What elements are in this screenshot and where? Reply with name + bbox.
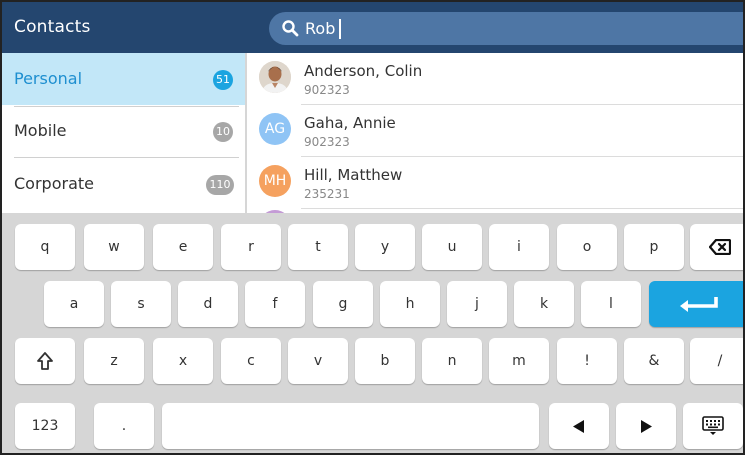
shift-key[interactable] xyxy=(15,338,75,384)
search-icon xyxy=(282,20,299,37)
contact-number: 235231 xyxy=(304,187,350,201)
count-badge: 10 xyxy=(213,122,233,142)
person-photo-icon xyxy=(259,61,291,93)
enter-icon xyxy=(680,297,718,312)
space-key[interactable] xyxy=(162,403,539,449)
divider xyxy=(301,208,743,209)
key-ampersand[interactable]: & xyxy=(624,338,684,384)
key-q[interactable]: q xyxy=(15,224,75,270)
sidebar-item-label: Personal xyxy=(14,69,83,88)
contact-name: Hill, Matthew xyxy=(304,166,403,184)
contact-groups: Personal 51 Mobile 10 Corporate 110 xyxy=(2,53,247,213)
text-caret xyxy=(339,19,341,39)
contact-list: Anderson, Colin 902323 AG Gaha, Annie 90… xyxy=(249,53,743,213)
key-p[interactable]: p xyxy=(624,224,684,270)
header-bar: Contacts xyxy=(2,2,743,53)
contact-name: Gaha, Annie xyxy=(304,114,396,132)
contact-number: 902323 xyxy=(304,83,350,97)
key-d[interactable]: d xyxy=(178,281,238,327)
count-badge: 51 xyxy=(213,70,233,90)
key-g[interactable]: g xyxy=(313,281,373,327)
key-s[interactable]: s xyxy=(111,281,171,327)
search-input[interactable] xyxy=(305,16,725,41)
key-i[interactable]: i xyxy=(489,224,549,270)
list-item[interactable]: AG Gaha, Annie 902323 xyxy=(249,105,743,157)
key-slash[interactable]: / xyxy=(690,338,743,384)
contact-number: 902323 xyxy=(304,135,350,149)
key-x[interactable]: x xyxy=(153,338,213,384)
sidebar-item-label: Mobile xyxy=(14,121,67,140)
count-badge: 110 xyxy=(206,175,234,195)
key-w[interactable]: w xyxy=(84,224,144,270)
key-c[interactable]: c xyxy=(221,338,281,384)
contacts-screen: Contacts Personal 51 Mobile 10 Corporate… xyxy=(0,0,745,455)
sidebar-item-mobile[interactable]: Mobile 10 xyxy=(2,107,245,159)
key-period[interactable]: . xyxy=(94,403,154,449)
search-box[interactable] xyxy=(269,12,743,45)
key-m[interactable]: m xyxy=(489,338,549,384)
key-j[interactable]: j xyxy=(447,281,507,327)
enter-key[interactable] xyxy=(649,281,743,327)
avatar xyxy=(259,61,291,93)
key-y[interactable]: y xyxy=(355,224,415,270)
key-u[interactable]: u xyxy=(422,224,482,270)
key-t[interactable]: t xyxy=(288,224,348,270)
key-b[interactable]: b xyxy=(355,338,415,384)
page-title: Contacts xyxy=(14,17,91,37)
list-item[interactable]: Anderson, Colin 902323 xyxy=(249,53,743,105)
key-h[interactable]: h xyxy=(380,281,440,327)
key-o[interactable]: o xyxy=(557,224,617,270)
key-v[interactable]: v xyxy=(288,338,348,384)
arrow-left-icon xyxy=(573,420,584,433)
cursor-left-key[interactable] xyxy=(549,403,609,449)
sidebar-item-personal[interactable]: Personal 51 xyxy=(2,53,245,105)
key-e[interactable]: e xyxy=(153,224,213,270)
key-r[interactable]: r xyxy=(221,224,281,270)
sidebar-item-label: Corporate xyxy=(14,174,94,193)
key-n[interactable]: n xyxy=(422,338,482,384)
cursor-right-key[interactable] xyxy=(616,403,676,449)
avatar: MH xyxy=(259,165,291,197)
key-l[interactable]: l xyxy=(581,281,641,327)
key-k[interactable]: k xyxy=(514,281,574,327)
contact-name: Anderson, Colin xyxy=(304,62,423,80)
avatar: AG xyxy=(259,113,291,145)
list-item[interactable]: MH Hill, Matthew 235231 xyxy=(249,157,743,209)
key-exclamation[interactable]: ! xyxy=(557,338,617,384)
hide-keyboard-key[interactable] xyxy=(683,403,743,449)
key-z[interactable]: z xyxy=(84,338,144,384)
backspace-icon xyxy=(709,239,731,255)
numbers-key[interactable]: 123 xyxy=(15,403,75,449)
sidebar-item-corporate[interactable]: Corporate 110 xyxy=(2,158,245,210)
key-a[interactable]: a xyxy=(44,281,104,327)
backspace-key[interactable] xyxy=(690,224,743,270)
keyboard-hide-icon xyxy=(702,416,724,435)
arrow-right-icon xyxy=(641,420,652,433)
on-screen-keyboard: q w e r t y u i o p a s d f g h j k l z … xyxy=(2,213,743,453)
key-f[interactable]: f xyxy=(245,281,305,327)
shift-icon xyxy=(37,352,53,370)
